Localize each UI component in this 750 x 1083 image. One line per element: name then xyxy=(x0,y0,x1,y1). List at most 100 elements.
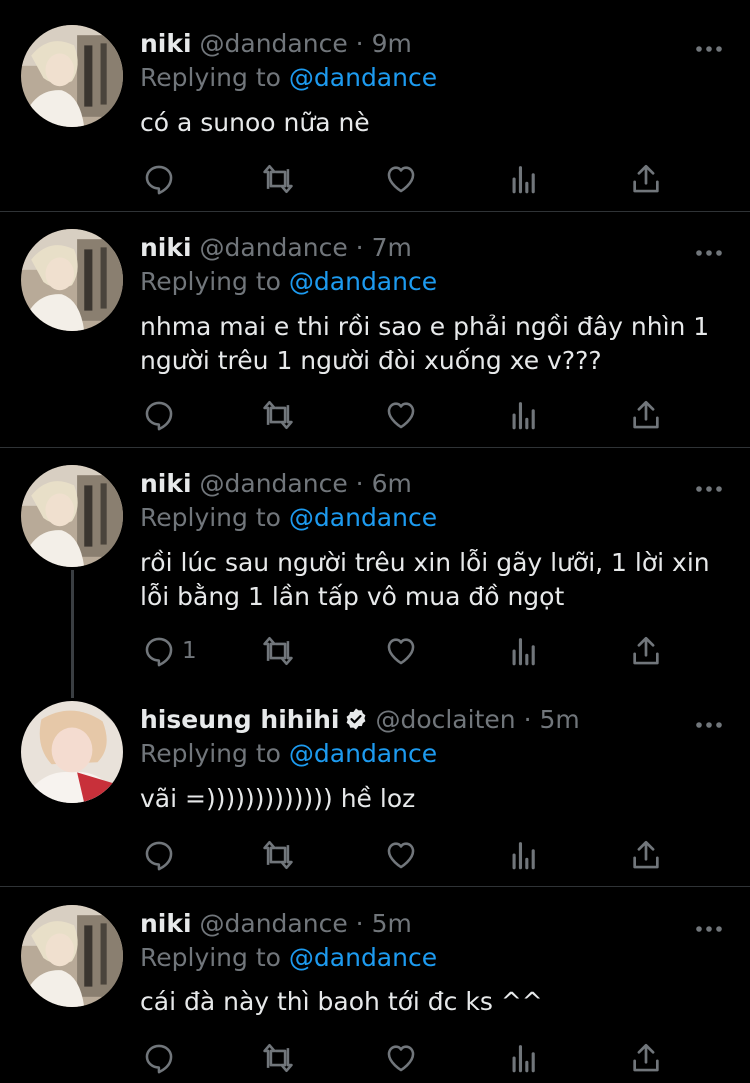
tweet-text: nhma mai e thi rồi sao e phải ngồi đây n… xyxy=(140,310,730,378)
replying-to-label: Replying to xyxy=(140,63,281,92)
tweet-text-line: lỗi bằng 1 lần tấp vô mua đồ ngọt xyxy=(140,582,565,611)
share-icon xyxy=(629,634,663,668)
divider xyxy=(0,447,750,448)
tweet-text-line: rồi lúc sau người trêu xin lỗi gãy lưỡi,… xyxy=(140,548,710,577)
stats-icon xyxy=(507,398,541,432)
stats-icon xyxy=(507,838,541,872)
more-icon[interactable] xyxy=(694,715,724,725)
tweet-text-line: nhma mai e thi rồi sao e phải ngồi đây n… xyxy=(140,312,710,341)
retweet-button[interactable] xyxy=(261,631,295,671)
more-icon[interactable] xyxy=(694,479,724,489)
reply-icon xyxy=(142,838,176,872)
share-icon xyxy=(629,398,663,432)
timestamp[interactable]: 9m xyxy=(372,29,412,58)
like-button[interactable] xyxy=(384,835,418,875)
display-name[interactable]: hiseung hihihi xyxy=(140,705,340,734)
action-bar xyxy=(140,159,680,199)
more-icon[interactable] xyxy=(694,39,724,49)
reply-icon xyxy=(142,634,176,668)
display-name[interactable]: niki xyxy=(140,233,192,262)
display-name[interactable]: niki xyxy=(140,469,192,498)
replying-to-label: Replying to xyxy=(140,503,281,532)
share-button[interactable] xyxy=(629,1038,663,1078)
avatar[interactable] xyxy=(21,25,123,127)
separator-dot: · xyxy=(355,469,364,498)
separator-dot: · xyxy=(355,233,364,262)
timestamp[interactable]: 5m xyxy=(372,909,412,938)
timestamp[interactable]: 7m xyxy=(372,233,412,262)
action-bar xyxy=(140,835,680,875)
action-bar xyxy=(140,1038,680,1078)
retweet-icon xyxy=(261,398,295,432)
tweet-header: niki @dandance · 7m xyxy=(140,233,412,263)
handle[interactable]: @dandance xyxy=(200,29,348,58)
stats-button[interactable] xyxy=(507,835,541,875)
mention-link[interactable]: @dandance xyxy=(289,63,437,92)
display-name[interactable]: niki xyxy=(140,29,192,58)
share-button[interactable] xyxy=(629,159,663,199)
retweet-icon xyxy=(261,1041,295,1075)
share-icon xyxy=(629,838,663,872)
tweet-text: có a sunoo nữa nè xyxy=(140,106,730,140)
timestamp[interactable]: 5m xyxy=(539,705,579,734)
mention-link[interactable]: @dandance xyxy=(289,739,437,768)
like-icon xyxy=(384,634,418,668)
tweet-text: rồi lúc sau người trêu xin lỗi gãy lưỡi,… xyxy=(140,546,730,614)
tweet-header: niki @dandance · 5m xyxy=(140,909,412,939)
replying-to: Replying to @dandance xyxy=(140,943,437,973)
retweet-button[interactable] xyxy=(261,835,295,875)
separator-dot: · xyxy=(355,29,364,58)
tweet-header: hiseung hihihi @doclaiten · 5m xyxy=(140,705,580,738)
mention-link[interactable]: @dandance xyxy=(289,503,437,532)
more-icon[interactable] xyxy=(694,243,724,253)
tweet-text-line: người trêu 1 người đòi xuống xe v??? xyxy=(140,346,602,375)
reply-button[interactable] xyxy=(142,159,182,199)
share-icon xyxy=(629,1041,663,1075)
mention-link[interactable]: @dandance xyxy=(289,943,437,972)
avatar[interactable] xyxy=(21,465,123,567)
mention-link[interactable]: @dandance xyxy=(289,267,437,296)
replying-to-label: Replying to xyxy=(140,267,281,296)
retweet-button[interactable] xyxy=(261,159,295,199)
more-icon[interactable] xyxy=(694,919,724,929)
verified-icon xyxy=(344,707,368,738)
action-bar: 1 xyxy=(140,631,680,671)
handle[interactable]: @doclaiten xyxy=(375,705,515,734)
retweet-button[interactable] xyxy=(261,395,295,435)
share-button[interactable] xyxy=(629,835,663,875)
handle[interactable]: @dandance xyxy=(200,909,348,938)
like-button[interactable] xyxy=(384,1038,418,1078)
handle[interactable]: @dandance xyxy=(200,469,348,498)
tweet-text-line: vãi =))))))))))))) hề loz xyxy=(140,784,416,813)
stats-button[interactable] xyxy=(507,631,541,671)
handle[interactable]: @dandance xyxy=(200,233,348,262)
stats-icon xyxy=(507,162,541,196)
reply-button[interactable] xyxy=(142,1038,182,1078)
like-icon xyxy=(384,838,418,872)
avatar[interactable] xyxy=(21,229,123,331)
divider xyxy=(0,211,750,212)
stats-button[interactable] xyxy=(507,159,541,199)
timestamp[interactable]: 6m xyxy=(372,469,412,498)
reply-icon xyxy=(142,1041,176,1075)
like-button[interactable] xyxy=(384,395,418,435)
reply-button[interactable] xyxy=(142,395,182,435)
avatar[interactable] xyxy=(21,701,123,803)
share-button[interactable] xyxy=(629,631,663,671)
share-button[interactable] xyxy=(629,395,663,435)
reply-button[interactable] xyxy=(142,835,182,875)
avatar[interactable] xyxy=(21,905,123,1007)
like-button[interactable] xyxy=(384,159,418,199)
reply-icon xyxy=(142,398,176,432)
stats-button[interactable] xyxy=(507,395,541,435)
thread-connector xyxy=(71,570,74,698)
display-name[interactable]: niki xyxy=(140,909,192,938)
like-button[interactable] xyxy=(384,631,418,671)
stats-button[interactable] xyxy=(507,1038,541,1078)
retweet-button[interactable] xyxy=(261,1038,295,1078)
reply-count: 1 xyxy=(182,638,197,664)
replying-to-label: Replying to xyxy=(140,739,281,768)
reply-button[interactable]: 1 xyxy=(142,631,197,671)
like-icon xyxy=(384,162,418,196)
stats-icon xyxy=(507,634,541,668)
